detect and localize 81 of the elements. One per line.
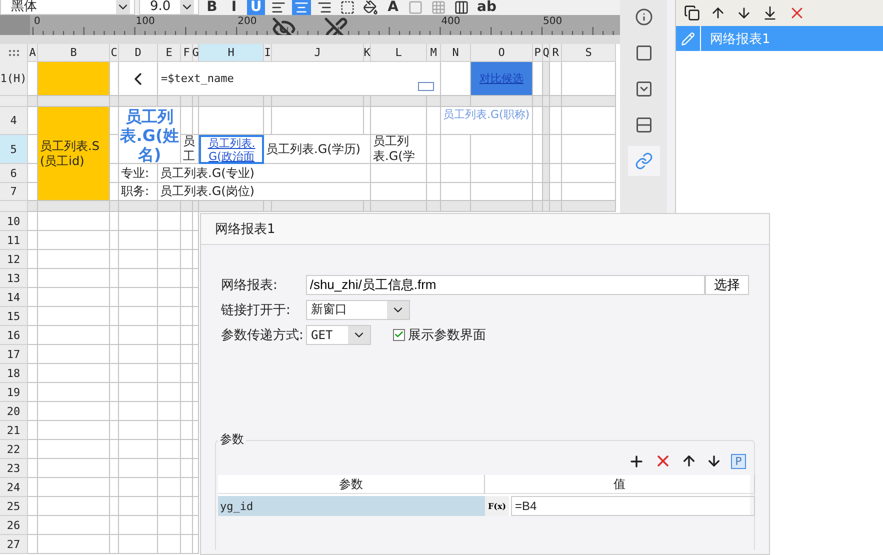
table-cell: 员工列表.G(学 <box>371 135 427 164</box>
column-header[interactable]: F <box>181 44 193 62</box>
column-header[interactable]: B <box>38 44 110 62</box>
column-header: 参数 <box>218 475 485 494</box>
row-header[interactable]: 12 <box>0 250 28 269</box>
link-name: 网络报表1 <box>709 30 770 48</box>
report-path-field[interactable]: /shu_zhi/员工信息.frm <box>306 274 706 294</box>
show-params-checkbox[interactable]: 展示参数界面 <box>393 326 486 344</box>
row-header[interactable]: 24 <box>0 478 28 497</box>
ruler-label: 0 <box>34 16 40 27</box>
open-target-select[interactable]: 新窗口 <box>306 300 410 320</box>
group-legend: 参数 <box>218 431 246 448</box>
column-header[interactable]: H <box>199 44 264 62</box>
row-header[interactable]: 26 <box>0 516 28 535</box>
row-header[interactable]: 7 <box>0 183 28 201</box>
row-header[interactable]: 18 <box>0 364 28 383</box>
column-header[interactable]: A <box>28 44 38 62</box>
row-header[interactable]: 22 <box>0 440 28 459</box>
ruler-label: 500 <box>543 16 562 27</box>
formula-button[interactable]: F(x) <box>485 496 509 516</box>
font-color-button[interactable]: A <box>384 0 402 15</box>
field-label: 链接打开于: <box>221 302 292 318</box>
column-header[interactable]: O <box>471 44 533 62</box>
column-header: 值 <box>485 475 755 494</box>
ruler-label: 100 <box>136 16 155 27</box>
row-header[interactable]: 15 <box>0 307 28 326</box>
column-header[interactable]: Q <box>543 44 550 62</box>
table-cell: 员工列表.G(岗位) <box>158 183 371 201</box>
column-header[interactable]: G <box>193 44 199 62</box>
font-size-select[interactable]: 9.0 <box>139 0 199 15</box>
row-header[interactable]: 4 <box>0 107 28 135</box>
param-name-cell[interactable]: yg_id <box>218 496 485 516</box>
table-cell: 员工 <box>181 135 199 164</box>
row-header[interactable]: 20 <box>0 402 28 421</box>
column-header[interactable]: S <box>562 44 616 62</box>
table-cell: 职务: <box>119 183 158 201</box>
column-header[interactable]: K <box>364 44 371 62</box>
table-cell: 员工列表.G(学历) <box>264 135 371 164</box>
dialog-title: 网络报表1 <box>201 214 769 245</box>
column-header[interactable]: L <box>371 44 427 62</box>
ruler-label: 400 <box>441 16 460 27</box>
field-label: 参数传递方式: <box>221 326 304 344</box>
column-header[interactable]: M <box>427 44 441 62</box>
table-cell: 员工列表.G(姓名) <box>119 107 181 164</box>
method-select[interactable]: GET <box>306 324 371 344</box>
column-header[interactable]: E <box>158 44 181 62</box>
column-header[interactable]: D <box>119 44 158 62</box>
table-cell: 员工列表.G(职称) <box>441 107 533 135</box>
row-header[interactable]: 5 <box>0 135 28 164</box>
field-label: 网络报表: <box>221 276 278 294</box>
bold-button[interactable]: B <box>203 0 221 15</box>
table-cell: 专业: <box>119 164 158 183</box>
row-header[interactable]: 6 <box>0 164 28 183</box>
italic-button[interactable]: I <box>225 0 243 15</box>
link-cell[interactable]: 员工列表.G(政治面 <box>199 135 264 164</box>
param-value-field[interactable]: =B4 <box>511 496 755 516</box>
row-header[interactable]: 27 <box>0 535 28 554</box>
row-header[interactable]: 1(H) <box>0 62 28 96</box>
row-header[interactable]: 11 <box>0 231 28 250</box>
row-header[interactable]: 13 <box>0 269 28 288</box>
row-header[interactable]: 23 <box>0 459 28 478</box>
column-header[interactable]: C <box>110 44 119 62</box>
ruler-label: 200 <box>238 16 257 27</box>
text-button[interactable]: ab <box>475 0 498 15</box>
table-cell: 员工列表.S(员工id) <box>38 107 110 201</box>
table-cell: 员工列表.G(专业) <box>158 164 371 183</box>
row-header[interactable]: 19 <box>0 383 28 402</box>
row-header[interactable]: 16 <box>0 326 28 345</box>
column-header[interactable]: J <box>272 44 364 62</box>
row-header[interactable]: 21 <box>0 421 28 440</box>
column-header[interactable]: N <box>441 44 471 62</box>
choose-button[interactable]: 选择 <box>705 274 750 294</box>
column-header[interactable]: I <box>264 44 272 62</box>
column-header[interactable]: R <box>550 44 562 62</box>
column-header[interactable]: P <box>533 44 543 62</box>
row-header[interactable]: 10 <box>0 212 28 231</box>
table-cell: =$text_name <box>158 62 441 96</box>
row-header[interactable]: 14 <box>0 288 28 307</box>
row-header[interactable]: 25 <box>0 497 28 516</box>
row-header[interactable]: 17 <box>0 345 28 364</box>
parameter-button[interactable]: P <box>731 454 746 468</box>
